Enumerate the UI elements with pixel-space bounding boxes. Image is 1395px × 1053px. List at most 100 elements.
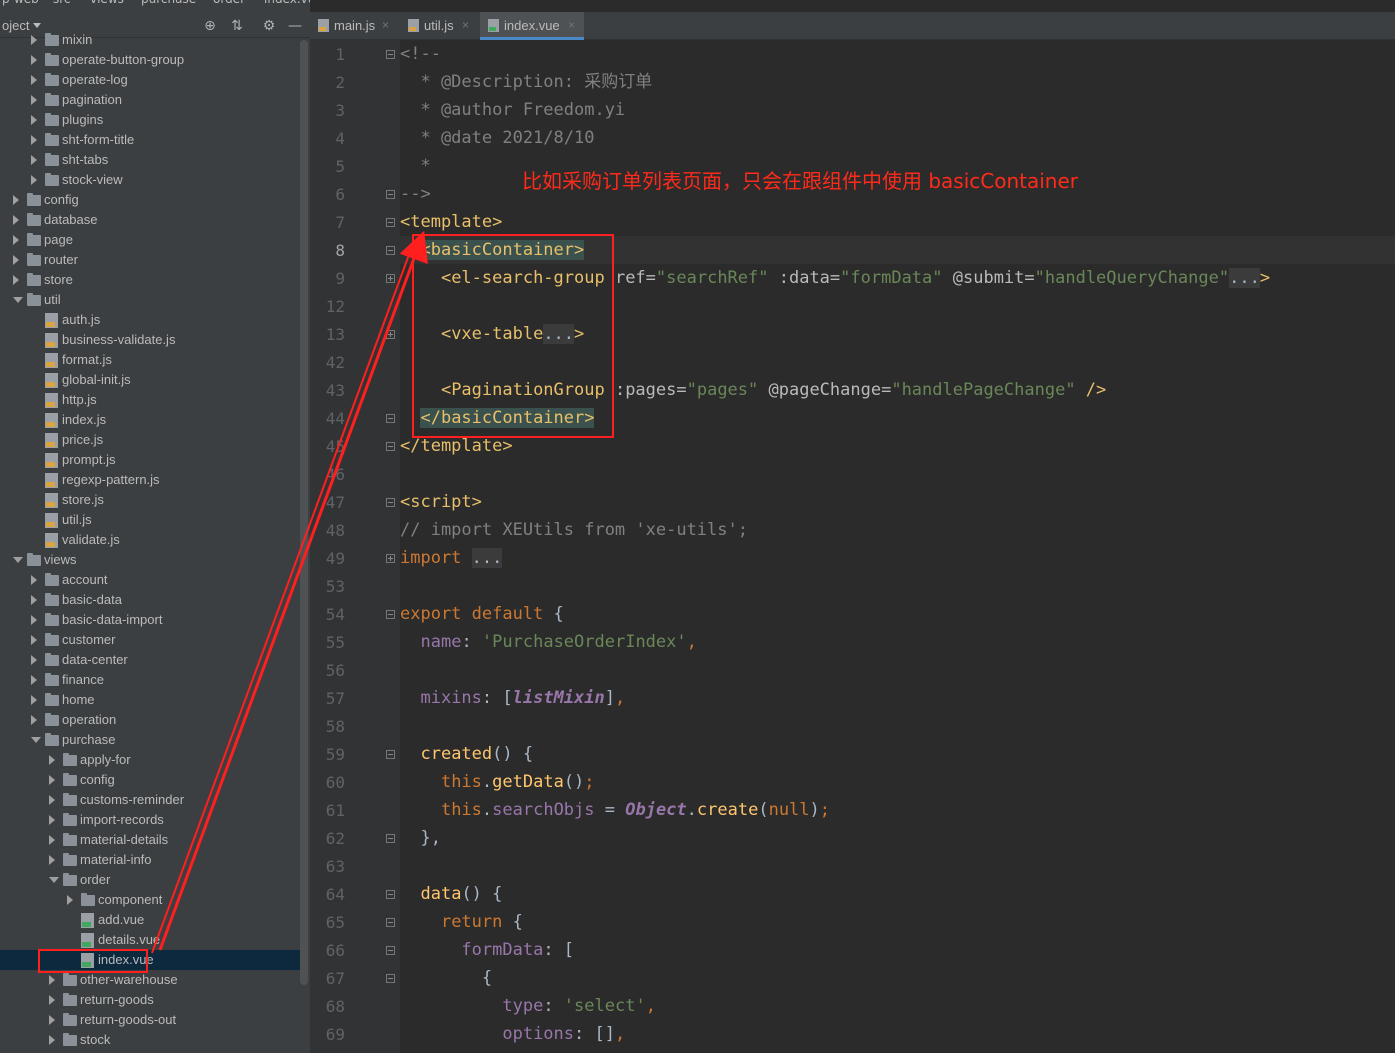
tree-folder[interactable]: stock-view	[0, 170, 300, 190]
breadcrumb-segment[interactable]: views	[90, 0, 124, 6]
tree-folder[interactable]: other-warehouse	[0, 970, 300, 990]
tree-file[interactable]: business-validate.js	[0, 330, 300, 350]
tree-folder[interactable]: database	[0, 210, 300, 230]
breadcrumb-segment[interactable]: order	[213, 0, 245, 6]
code-line[interactable]: * @Description: 采购订单	[400, 68, 652, 96]
code-line[interactable]: options: [],	[400, 1020, 625, 1048]
tree-folder[interactable]: component	[0, 890, 300, 910]
close-icon[interactable]: ×	[382, 18, 389, 32]
code-line[interactable]: <template>	[400, 208, 502, 236]
tree-folder[interactable]: basic-data	[0, 590, 300, 610]
close-icon[interactable]: ×	[462, 18, 469, 32]
code-line[interactable]: // import XEUtils from 'xe-utils';	[400, 516, 748, 544]
tree-file[interactable]: global-init.js	[0, 370, 300, 390]
chevron-down-icon[interactable]	[13, 297, 23, 303]
tree-folder[interactable]: return-goods	[0, 990, 300, 1010]
tree-file[interactable]: details.vue	[0, 930, 300, 950]
code-line[interactable]: type: 'select',	[400, 992, 656, 1020]
chevron-right-icon[interactable]	[31, 95, 37, 105]
breadcrumb-segment[interactable]: p-web	[2, 0, 39, 6]
tree-folder[interactable]: import-records	[0, 810, 300, 830]
tree-folder[interactable]: config	[0, 190, 300, 210]
code-line[interactable]: {	[400, 964, 492, 992]
breadcrumb-segment[interactable]: purchase	[141, 0, 196, 6]
code-line[interactable]: *	[400, 152, 430, 180]
tree-folder[interactable]: basic-data-import	[0, 610, 300, 630]
chevron-right-icon[interactable]	[13, 235, 19, 245]
chevron-right-icon[interactable]	[31, 615, 37, 625]
fold-collapse-icon[interactable]	[386, 750, 395, 759]
breadcrumb-segment[interactable]: index.vue	[264, 0, 310, 6]
fold-expand-icon[interactable]	[386, 274, 395, 283]
tree-folder[interactable]: account	[0, 570, 300, 590]
chevron-right-icon[interactable]	[31, 655, 37, 665]
chevron-right-icon[interactable]	[49, 995, 55, 1005]
project-view-dropdown-icon[interactable]	[33, 23, 41, 28]
code-line[interactable]: <script>	[400, 488, 482, 516]
fold-collapse-icon[interactable]	[386, 974, 395, 983]
tree-folder[interactable]: finance	[0, 670, 300, 690]
chevron-right-icon[interactable]	[49, 755, 55, 765]
chevron-right-icon[interactable]	[31, 135, 37, 145]
fold-collapse-icon[interactable]	[386, 498, 395, 507]
chevron-right-icon[interactable]	[31, 575, 37, 585]
tree-folder[interactable]: material-details	[0, 830, 300, 850]
tree-file[interactable]: auth.js	[0, 310, 300, 330]
code-line[interactable]: * @date 2021/8/10	[400, 124, 594, 152]
chevron-right-icon[interactable]	[13, 275, 19, 285]
chevron-down-icon[interactable]	[31, 737, 41, 743]
tree-folder[interactable]: util	[0, 290, 300, 310]
fold-collapse-icon[interactable]	[386, 190, 395, 199]
chevron-right-icon[interactable]	[31, 115, 37, 125]
chevron-right-icon[interactable]	[31, 155, 37, 165]
chevron-right-icon[interactable]	[31, 715, 37, 725]
tree-file[interactable]: validate.js	[0, 530, 300, 550]
tree-folder[interactable]: operate-button-group	[0, 50, 300, 70]
code-line[interactable]: created() {	[400, 740, 533, 768]
editor-tab[interactable]: main.js ×	[310, 12, 398, 40]
fold-collapse-icon[interactable]	[386, 442, 395, 451]
close-icon[interactable]: ×	[568, 18, 575, 32]
chevron-right-icon[interactable]	[31, 595, 37, 605]
fold-collapse-icon[interactable]	[386, 414, 395, 423]
tree-folder[interactable]: return-goods-out	[0, 1010, 300, 1030]
code-line[interactable]: data() {	[400, 880, 502, 908]
code-line[interactable]: mixins: [listMixin],	[400, 684, 625, 712]
chevron-right-icon[interactable]	[13, 255, 19, 265]
code-line[interactable]: * @author Freedom.yi	[400, 96, 625, 124]
chevron-down-icon[interactable]	[13, 557, 23, 563]
fold-collapse-icon[interactable]	[386, 946, 395, 955]
tree-folder[interactable]: purchase	[0, 730, 300, 750]
tree-file[interactable]: http.js	[0, 390, 300, 410]
code-line[interactable]: <!--	[400, 40, 441, 68]
chevron-right-icon[interactable]	[49, 835, 55, 845]
chevron-right-icon[interactable]	[31, 695, 37, 705]
chevron-right-icon[interactable]	[49, 1035, 55, 1045]
code-line[interactable]: return {	[400, 908, 523, 936]
fold-collapse-icon[interactable]	[386, 890, 395, 899]
sidebar-scrollbar[interactable]	[300, 40, 308, 985]
code-line[interactable]: },	[400, 824, 440, 852]
fold-expand-icon[interactable]	[386, 330, 395, 339]
fold-collapse-icon[interactable]	[386, 834, 395, 843]
tree-file[interactable]: index.js	[0, 410, 300, 430]
chevron-right-icon[interactable]	[49, 795, 55, 805]
code-line[interactable]: -->	[400, 180, 431, 208]
fold-collapse-icon[interactable]	[386, 610, 395, 619]
tree-folder[interactable]: customer	[0, 630, 300, 650]
chevron-right-icon[interactable]	[31, 635, 37, 645]
tree-file[interactable]: prompt.js	[0, 450, 300, 470]
tree-folder[interactable]: page	[0, 230, 300, 250]
chevron-right-icon[interactable]	[31, 175, 37, 185]
code-line[interactable]: formData: [	[400, 936, 574, 964]
chevron-right-icon[interactable]	[49, 775, 55, 785]
chevron-right-icon[interactable]	[67, 895, 73, 905]
chevron-down-icon[interactable]	[49, 877, 59, 883]
editor-tab[interactable]: index.vue ×	[480, 12, 584, 40]
chevron-right-icon[interactable]	[31, 55, 37, 65]
tree-file[interactable]: add.vue	[0, 910, 300, 930]
code-line[interactable]: import ...	[400, 544, 503, 572]
tree-folder[interactable]: config	[0, 770, 300, 790]
chevron-right-icon[interactable]	[31, 35, 37, 45]
chevron-right-icon[interactable]	[49, 975, 55, 985]
